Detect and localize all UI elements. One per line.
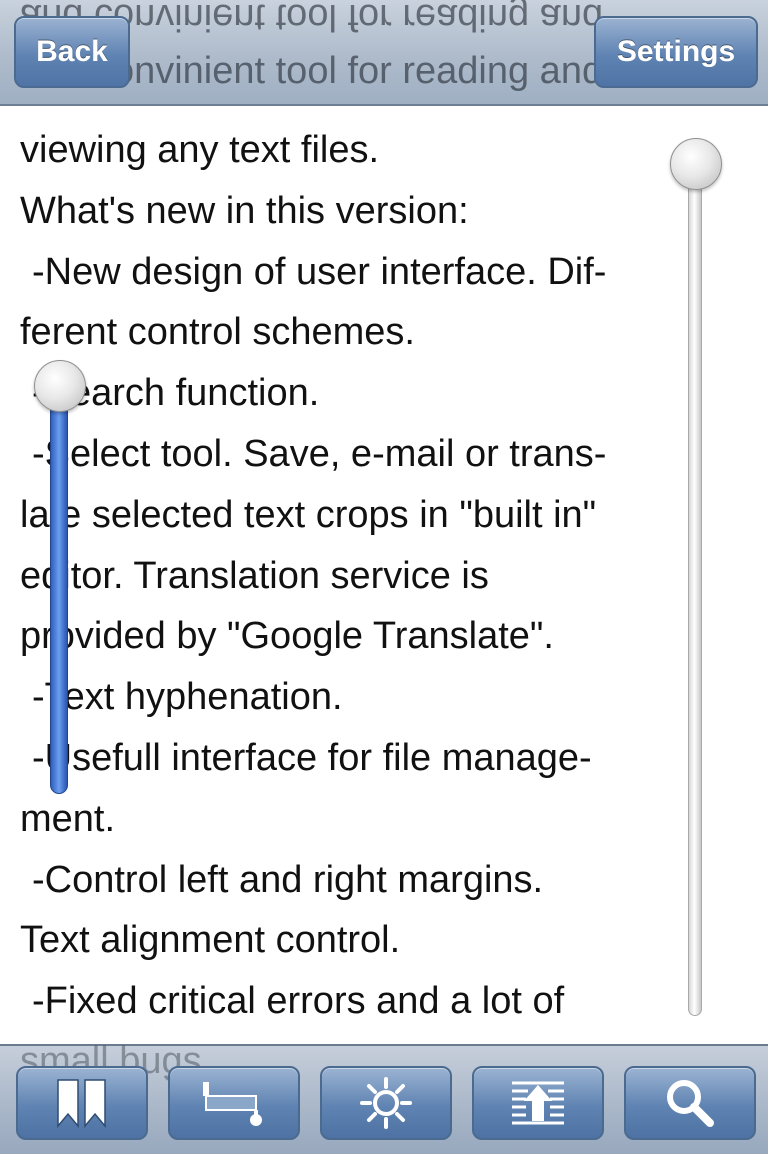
- text-line: -Search function.: [32, 372, 320, 415]
- font-size-slider-track[interactable]: [50, 380, 68, 794]
- navigation-bar: and convinient tool for reading and and …: [0, 0, 768, 106]
- scroll-up-icon: [512, 1081, 564, 1125]
- text-line: viewing any text files.: [20, 129, 380, 171]
- text-line: late selected text crops in "built in": [20, 493, 597, 536]
- brightness-icon: [360, 1077, 412, 1129]
- search-button[interactable]: [624, 1066, 756, 1140]
- page-scroll-slider-track[interactable]: [688, 150, 702, 1016]
- text-line: provided by "Google Translate".: [20, 615, 554, 658]
- page-scroll-slider-thumb[interactable]: [670, 138, 722, 190]
- bottom-toolbar: small bugs.: [0, 1040, 768, 1154]
- text-line: Text alignment control.: [20, 919, 401, 962]
- scroll-up-button[interactable]: [472, 1066, 604, 1140]
- text-line: -Usefull interface for file manage-: [32, 736, 592, 779]
- text-content: viewing any text files. What's new in th…: [20, 120, 740, 1032]
- text-line: -Control left and right margins.: [32, 858, 544, 901]
- text-line: -Fixed critical errors and a lot of: [32, 980, 565, 1023]
- text-line: What's new in this version:: [20, 189, 469, 232]
- text-line: ferent control schemes.: [20, 311, 415, 354]
- text-line: editor. Translation service is: [20, 554, 489, 597]
- back-button[interactable]: Back: [14, 16, 130, 88]
- bookmarks-icon: [57, 1079, 106, 1128]
- select-tool-icon: [203, 1082, 262, 1126]
- bookmarks-button[interactable]: [16, 1066, 148, 1140]
- settings-button[interactable]: Settings: [594, 16, 758, 88]
- search-icon: [667, 1080, 714, 1127]
- text-line: ment.: [20, 797, 116, 840]
- font-size-slider-thumb[interactable]: [34, 360, 86, 412]
- text-line: -Select tool. Save, e-mail or trans-: [32, 432, 607, 475]
- brightness-button[interactable]: [320, 1066, 452, 1140]
- select-tool-button[interactable]: [168, 1066, 300, 1140]
- text-line: -Text hyphenation.: [32, 676, 343, 719]
- text-line: -New design of user interface. Dif-: [32, 250, 607, 293]
